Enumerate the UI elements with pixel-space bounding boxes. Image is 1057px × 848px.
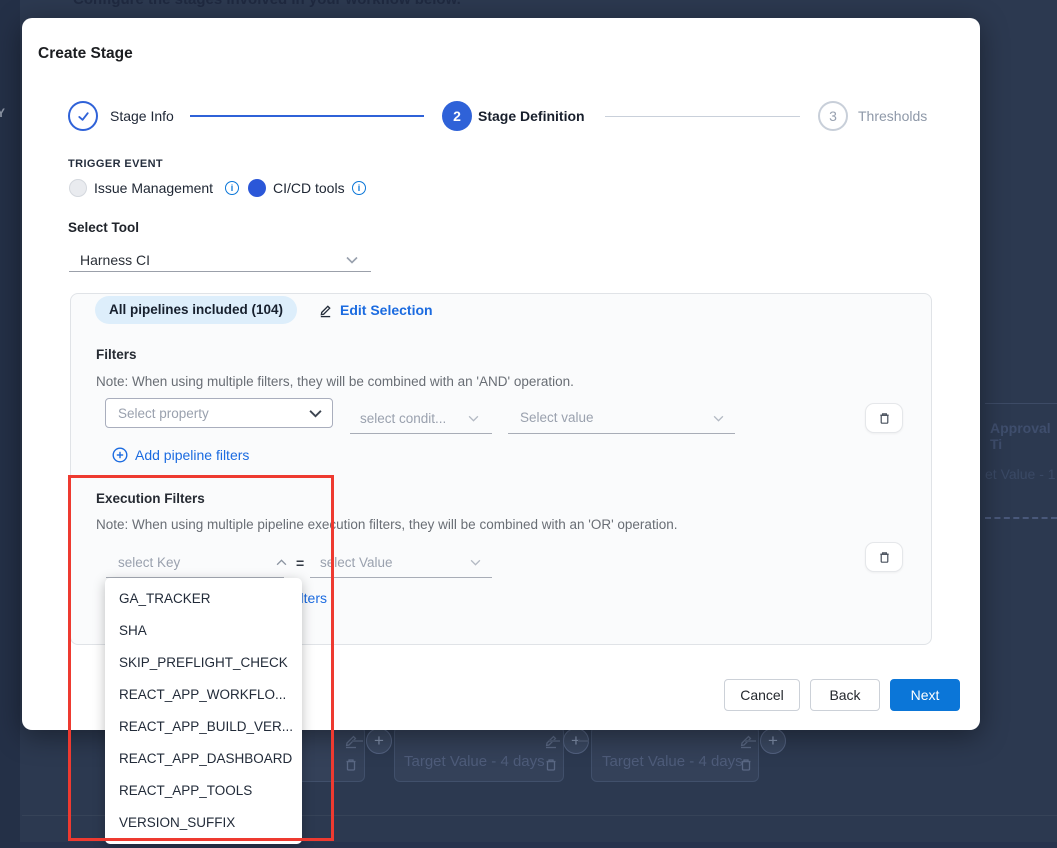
radio-cicd-tools[interactable]: [248, 179, 266, 197]
chevron-down-icon[interactable]: [713, 415, 724, 422]
workflow-card-label: Target Value - 4 days: [404, 753, 545, 770]
select-condition-dropdown[interactable]: select condit...: [360, 411, 446, 426]
edit-selection-link[interactable]: Edit Selection: [318, 302, 433, 318]
select-property-dropdown[interactable]: Select property: [105, 398, 333, 428]
workflow-card[interactable]: Target Value - 4 days: [394, 726, 564, 782]
filters-title: Filters: [96, 347, 137, 362]
connector-dash: [352, 740, 363, 742]
info-icon[interactable]: i: [352, 181, 366, 195]
background-column-header: Approval Ti: [990, 420, 1057, 452]
add-stage-button[interactable]: +: [366, 728, 392, 754]
radio-issue-management-label[interactable]: Issue Management: [94, 180, 213, 196]
workflow-card[interactable]: Target Value - 4 days: [591, 726, 759, 782]
modal-title: Create Stage: [38, 45, 133, 63]
trash-icon[interactable]: [738, 757, 754, 773]
check-icon: [76, 109, 91, 124]
step-stage-info-circle[interactable]: [68, 101, 98, 131]
connector-dash: [745, 740, 756, 742]
background-dashed-line: [985, 517, 1057, 519]
connector-dash: [549, 740, 560, 742]
stepper-connector-done: [190, 115, 424, 117]
step-stage-definition-label[interactable]: Stage Definition: [478, 108, 585, 124]
background-divider: [985, 403, 1057, 404]
screen: Configure the stages involved in your wo…: [0, 0, 1057, 848]
exec-value-underline: [310, 577, 492, 578]
edit-icon: [318, 303, 333, 318]
trash-icon: [877, 411, 892, 426]
trash-icon[interactable]: [343, 757, 359, 773]
step-stage-info-label[interactable]: Stage Info: [110, 108, 174, 124]
add-pipeline-filters-link[interactable]: Add pipeline filters: [112, 447, 249, 463]
stepper-connector-todo: [605, 116, 800, 117]
chevron-down-icon[interactable]: [470, 559, 481, 566]
info-icon[interactable]: i: [225, 181, 239, 195]
select-value-dropdown[interactable]: Select value: [520, 410, 594, 425]
cancel-button[interactable]: Cancel: [724, 679, 800, 711]
add-stage-button[interactable]: +: [760, 728, 786, 754]
background-banner-text: Configure the stages involved in your wo…: [73, 0, 673, 8]
chevron-down-icon[interactable]: [346, 256, 358, 264]
background-cell-text: et Value - 1: [985, 466, 1056, 482]
radio-cicd-tools-label[interactable]: CI/CD tools: [273, 180, 345, 196]
radio-issue-management[interactable]: [69, 179, 87, 197]
next-button[interactable]: Next: [890, 679, 960, 711]
step-stage-definition-circle[interactable]: 2: [442, 101, 472, 131]
step-thresholds-circle[interactable]: 3: [818, 101, 848, 131]
value-underline: [508, 433, 735, 434]
plus-circle-icon: [112, 447, 128, 463]
chevron-down-icon[interactable]: [468, 415, 479, 422]
select-tool-value[interactable]: Harness CI: [80, 252, 150, 268]
edit-selection-label: Edit Selection: [340, 302, 433, 318]
sidebar-text-fragment: Y: [0, 106, 5, 120]
trash-icon[interactable]: [543, 757, 559, 773]
back-button[interactable]: Back: [810, 679, 880, 711]
add-pipeline-filters-label: Add pipeline filters: [135, 447, 249, 463]
delete-execution-filter-button[interactable]: [865, 542, 903, 572]
annotation-highlight-rectangle: [68, 475, 334, 841]
condition-underline: [350, 433, 492, 434]
connector-dash: [578, 740, 589, 742]
left-sidebar: [0, 0, 20, 848]
select-property-placeholder: Select property: [118, 406, 209, 421]
filters-note: Note: When using multiple filters, they …: [96, 374, 574, 389]
workflow-card-label: Target Value - 4 days: [602, 753, 743, 770]
select-tool-label: Select Tool: [68, 220, 139, 235]
trash-icon: [877, 550, 892, 565]
background-banner: Configure the stages involved in your wo…: [73, 0, 673, 11]
trigger-event-label: TRIGGER EVENT: [68, 158, 163, 170]
pipelines-badge: All pipelines included (104): [95, 296, 297, 324]
step-thresholds-label[interactable]: Thresholds: [858, 108, 927, 124]
chevron-down-icon: [309, 409, 322, 418]
delete-filter-button[interactable]: [865, 403, 903, 433]
select-tool-underline: [69, 271, 371, 272]
